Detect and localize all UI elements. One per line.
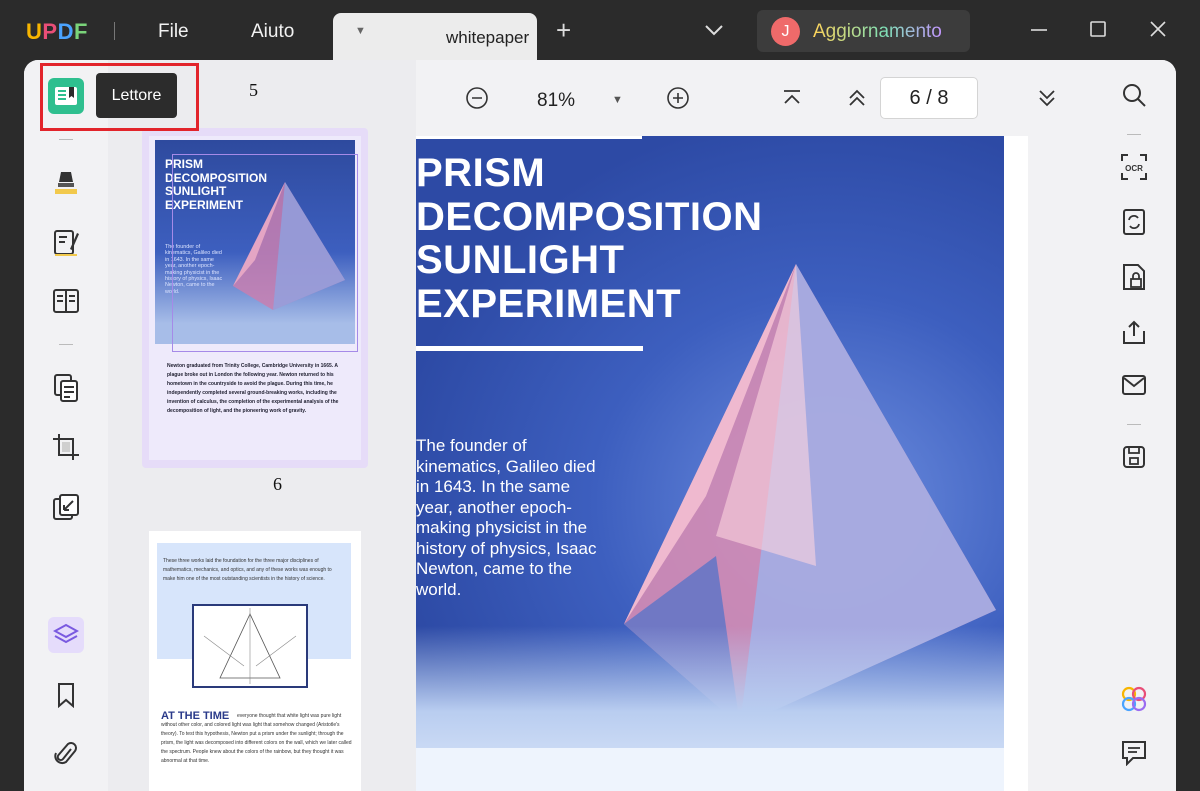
avatar: J xyxy=(771,17,800,46)
zoom-in-button[interactable] xyxy=(666,86,690,115)
upgrade-button[interactable]: J Aggiornamento xyxy=(757,10,970,52)
toolbar-separator xyxy=(59,344,73,345)
comments-button[interactable] xyxy=(1119,740,1149,770)
lock-document-icon xyxy=(1122,263,1146,296)
first-page-button[interactable] xyxy=(780,86,804,115)
page-layout-button[interactable] xyxy=(48,283,84,319)
maximize-button[interactable] xyxy=(1089,20,1107,43)
thumbnail-body-text: everyone thought that white light was pu… xyxy=(161,713,352,764)
search-icon xyxy=(1121,82,1147,113)
page-footer-area xyxy=(416,748,1004,791)
bookmark-icon xyxy=(55,682,77,708)
ai-flower-icon xyxy=(1120,685,1148,718)
app-window: 5 PRISM DECOMPOSITION SUNLIGHT EXPERIMEN… xyxy=(24,60,1176,791)
tab-list-chevron-icon[interactable] xyxy=(704,23,724,41)
zoom-dropdown-icon[interactable]: ▼ xyxy=(612,94,623,106)
menu-help[interactable]: Aiuto xyxy=(251,21,294,43)
thumbnail-page-7[interactable]: These three works laid the foundation fo… xyxy=(149,531,361,791)
title-top-rule xyxy=(416,136,642,139)
document-tab[interactable]: ▼ whitepaper xyxy=(333,13,537,60)
total-pages: 8 xyxy=(937,87,949,109)
pdf-page: PRISM DECOMPOSITION SUNLIGHT EXPERIMENT … xyxy=(416,136,1028,791)
paperclip-icon xyxy=(54,740,78,768)
thumbnail-page-number: 6 xyxy=(273,474,282,494)
close-button[interactable] xyxy=(1149,20,1167,43)
menu-file[interactable]: File xyxy=(158,21,189,43)
document-view[interactable]: PRISM DECOMPOSITION SUNLIGHT EXPERIMENT … xyxy=(416,136,1092,791)
thumbnail-viewport-box xyxy=(172,154,358,352)
left-toolbar xyxy=(24,60,108,791)
layers-button[interactable] xyxy=(48,617,84,653)
organize-pages-button[interactable] xyxy=(48,370,84,406)
save-icon xyxy=(1122,445,1146,474)
thumbnails-panel: 5 PRISM DECOMPOSITION SUNLIGHT EXPERIMEN… xyxy=(108,60,416,791)
pages-icon xyxy=(52,373,80,403)
highlighter-icon xyxy=(52,168,80,196)
edit-text-icon xyxy=(52,227,80,257)
toolbar-separator xyxy=(1127,424,1141,425)
attachments-button[interactable] xyxy=(48,736,84,772)
svg-text:OCR: OCR xyxy=(1125,164,1143,173)
zoom-level[interactable]: 81% xyxy=(537,90,575,112)
bookmarks-button[interactable] xyxy=(48,677,84,713)
edit-tool-button[interactable] xyxy=(48,224,84,260)
layers-icon xyxy=(53,622,79,648)
hero-floor xyxy=(416,626,1004,748)
convert-button[interactable] xyxy=(1119,208,1149,241)
save-button[interactable] xyxy=(1119,444,1149,474)
mail-icon xyxy=(1121,374,1147,401)
toolbar-separator xyxy=(1127,134,1141,135)
share-button[interactable] xyxy=(1119,319,1149,349)
thumbnail-page-6[interactable]: PRISM DECOMPOSITION SUNLIGHT EXPERIMENT … xyxy=(149,136,361,460)
zoom-out-button[interactable] xyxy=(465,86,489,115)
app-logo: UPDF xyxy=(26,19,88,44)
current-page: 6 xyxy=(909,87,921,109)
convert-icon xyxy=(1122,208,1146,241)
columns-icon xyxy=(52,288,80,314)
search-button[interactable] xyxy=(1119,82,1149,112)
right-toolbar: OCR xyxy=(1092,60,1176,791)
ocr-button[interactable]: OCR xyxy=(1119,153,1149,186)
page-separator: / xyxy=(926,87,932,109)
compress-icon xyxy=(52,493,80,521)
document-intro-text: The founder of kinematics, Galileo died … xyxy=(416,436,597,599)
hero-image: PRISM DECOMPOSITION SUNLIGHT EXPERIMENT … xyxy=(416,136,1004,748)
tab-caret-icon[interactable]: ▼ xyxy=(355,25,366,37)
crop-tool-button[interactable] xyxy=(48,429,84,465)
next-page-button[interactable] xyxy=(1035,86,1059,115)
view-toolbar: 81% ▼ 6 / 8 xyxy=(416,60,1114,136)
thumbnail-diagram xyxy=(192,604,308,688)
share-icon xyxy=(1121,319,1147,350)
reader-tooltip: Lettore xyxy=(96,73,177,118)
document-title: PRISM DECOMPOSITION SUNLIGHT EXPERIMENT xyxy=(416,151,763,326)
ai-assistant-button[interactable] xyxy=(1119,686,1149,716)
previous-page-button[interactable] xyxy=(845,86,869,115)
title-bottom-rule xyxy=(416,346,643,351)
title-separator xyxy=(114,22,115,40)
minimize-button[interactable] xyxy=(1030,20,1048,43)
thumbnail-page-number: 5 xyxy=(249,80,258,100)
title-bar: UPDF File Aiuto ▼ whitepaper + J Aggiorn… xyxy=(0,0,1200,60)
toolbar-separator xyxy=(59,139,73,140)
protect-button[interactable] xyxy=(1119,263,1149,296)
thumbnail-panel-text: These three works laid the foundation fo… xyxy=(163,558,332,582)
thumbnail-body-text: Newton graduated from Trinity College, C… xyxy=(167,363,339,414)
upgrade-label: Aggiornamento xyxy=(813,21,942,42)
comment-icon xyxy=(1121,740,1147,771)
email-button[interactable] xyxy=(1119,372,1149,402)
compress-tool-button[interactable] xyxy=(48,489,84,525)
highlight-tool-button[interactable] xyxy=(48,164,84,200)
page-number-field[interactable]: 6 / 8 xyxy=(880,77,978,119)
tab-title: whitepaper xyxy=(446,28,530,47)
new-tab-button[interactable]: + xyxy=(556,17,571,43)
ocr-icon: OCR xyxy=(1120,153,1148,186)
crop-icon xyxy=(52,432,80,462)
